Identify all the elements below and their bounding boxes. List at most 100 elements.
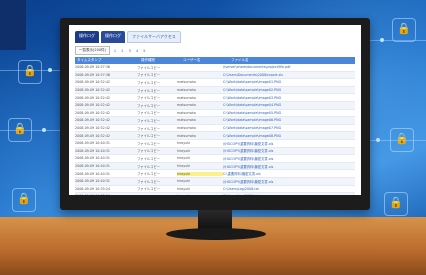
cell-file: \\HGCOPY\重要資料\機密文書.xls [223,156,274,161]
cell-file: C:\Work\data\sample\image05.PNG [223,110,282,115]
cell-operation: ファイルコピー [137,179,161,184]
cell-operation: ファイルコピー [137,141,161,146]
cell-operation: ファイルコピー [137,187,161,192]
header-operation[interactable]: 操作種別 [139,58,181,63]
tab-file-server-access[interactable]: ファイルサーバアクセス [127,31,181,43]
header-timestamp[interactable]: タイムスタンプ [75,58,139,63]
cell-operation: ファイルコピー [137,80,161,85]
table-row[interactable]: 2008-09-09 10:52:42 ファイルコピー matsumoto C:\Wo… [75,132,355,140]
table-row[interactable]: 2008-09-09 10:40:31 ファイルコピー hiroyuki \\HGCO… [75,155,355,163]
table-body: 2008-09-09 10:57:36 ファイルコピー \\server\share… [69,64,361,195]
monitor: 操作ログ 操作ログ ファイルサーバアクセス 一覧表示(200件) 1 2 3 4… [60,18,370,210]
cell-timestamp: 2008-09-09 10:40:31 [75,164,111,169]
cell-timestamp: 2008-09-09 10:52:42 [75,95,111,100]
cell-user: hiroyuki [177,141,191,146]
cell-user: hiroyuki [177,186,191,191]
corner-panel [0,0,26,50]
table-row[interactable]: 2008-09-09 10:52:42 ファイルコピー matsumoto C:\Wo… [75,94,355,102]
cell-operation: ファイルコピー [137,65,161,70]
network-node [376,138,380,142]
lock-icon: 🔒 [12,188,36,212]
cell-timestamp: 2008-09-09 10:40:31 [75,156,111,161]
cell-timestamp: 2008-09-09 10:40:31 [75,171,111,176]
cell-operation: ファイルコピー [137,156,161,161]
cell-timestamp: 2008-09-09 10:52:42 [75,88,111,93]
table-row[interactable]: 2008-09-09 10:40:31 ファイルコピー hiroyuki \\HGCO… [75,140,355,148]
cell-timestamp: 2008-09-09 10:52:42 [75,110,111,115]
cell-user: matsumoto [177,80,196,85]
table-row[interactable]: 2008-09-09 10:52:42 ファイルコピー matsumoto C:\Wo… [75,101,355,110]
lock-icon: 🔒 [18,60,42,84]
cell-timestamp: 2008-09-09 10:52:42 [75,133,111,138]
cell-file: C:\Work\data\sample\image04.PNG [223,103,282,108]
tab-operation-log-1[interactable]: 操作ログ [75,31,99,43]
cell-operation: ファイルコピー [137,111,161,116]
lock-icon: 🔒 [384,192,408,216]
tab-operation-log-2[interactable]: 操作ログ [101,31,125,43]
table-row[interactable]: 2008-09-09 10:57:36 ファイルコピー \\server\share… [75,64,355,72]
table-row[interactable]: 2008-09-09 10:40:31 ファイルコピー hiroyuki C:\重要資… [75,170,355,178]
cell-timestamp: 2008-09-09 10:40:31 [75,179,111,184]
cell-timestamp: 2008-09-09 10:52:42 [75,118,111,123]
network-node [42,128,46,132]
table-row[interactable]: 2008-09-09 10:35:24ファイルコピーhiroyukiC:\Use… [75,186,355,194]
lock-icon: 🔒 [392,18,416,42]
cell-user: hiroyuki [177,194,223,195]
table-row[interactable]: 2008-09-09 10:52:42 ファイルコピー matsumoto C:\Wo… [75,117,355,125]
cell-file: C:\Work\data\sample\image02.PNG [223,88,282,93]
cell-file: \\HGCOPY\重要資料\機密文書.xls [223,179,274,184]
cell-operation: ファイルコピー [137,126,161,131]
tab-bar: 操作ログ 操作ログ ファイルサーバアクセス [69,25,361,43]
network-node [380,38,384,42]
cell-file: C:\Work\data\sample\image03.PNG [223,95,282,100]
display-count-select[interactable]: 一覧表示(200件) [75,46,110,55]
cell-user: matsumoto [177,118,196,123]
table-row[interactable]: 2008-09-09 10:52:42 ファイルコピー matsumoto C:\Wo… [75,79,355,87]
cell-timestamp: 2008-09-09 10:35:24 [75,186,111,191]
cell-user: matsumoto [177,103,196,108]
network-line [370,40,426,41]
header-file[interactable]: ファイル名 [229,58,355,63]
table-row[interactable]: 2008-09-09 10:40:31 ファイルコピー hiroyuki \\HGCO… [75,147,355,156]
table-row[interactable]: 2008-09-09 10:52:42 ファイルコピー matsumoto C:\Wo… [75,110,355,118]
cell-file: C:\Users\Log\2008.txt [223,186,259,191]
cell-timestamp: 2008-09-09 10:57:36 [75,65,111,70]
cell-operation: ファイルコピー [137,172,161,177]
cell-operation: ファイルコピー [137,164,161,169]
cell-user: matsumoto [177,133,196,138]
table-row[interactable]: 2008-09-09 10:40:31 ファイルコピー hiroyuki \\HGCO… [75,162,355,171]
cell-timestamp: 2008-09-09 10:52:42 [75,126,111,131]
cell-user: hiroyuki [177,179,191,184]
cell-user: matsumoto [177,126,196,131]
cell-file: C:\Users\Log\2009.txt [223,194,355,195]
table-row[interactable]: 2008-09-09 10:52:42 ファイルコピー matsumoto C:\Wo… [75,86,355,95]
cell-timestamp: 2008-09-09 10:52:42 [75,103,111,108]
cell-file: C:\重要資料\機密文書.xls [223,172,261,177]
cell-timestamp: 2008-09-09 10:52:42 [75,80,111,85]
table-row[interactable]: 2008-09-09 10:57:36 ファイルコピー C:\Users\Docum… [75,71,355,80]
cell-file: C:\Work\data\sample\image08.PNG [223,133,282,138]
cell-user: matsumoto [177,88,196,93]
cell-file: \\HGCOPY\重要資料\機密文書.xls [223,149,274,154]
cell-timestamp: 2008-09-09 10:35:24 [75,194,137,195]
cell-file: C:\Work\data\sample\image07.PNG [223,126,282,131]
cell-timestamp: 2008-09-09 10:40:31 [75,148,111,153]
cell-timestamp: 2008-09-09 10:40:31 [75,141,111,146]
monitor-stand-neck [198,210,232,230]
cell-file: \\server\share\documents\project\file.pd… [223,65,291,70]
cell-file: \\HGCOPY\重要資料\機密文書.xls [223,164,274,169]
cell-operation: ファイルコピー [137,103,161,108]
network-node [48,68,52,72]
table-row[interactable]: 2008-09-09 10:40:31 ファイルコピー hiroyuki \\HGCO… [75,177,355,186]
cell-operation: ファイルコピー [137,73,161,78]
filter-bar: 一覧表示(200件) 1 2 3 4 5 [75,46,355,55]
header-user[interactable]: ユーザー名 [181,58,229,63]
cell-user: matsumoto [177,110,196,115]
cell-user: hiroyuki [177,164,191,169]
cell-user: hiroyuki [177,148,191,153]
cell-operation: ファイルコピー [137,96,161,101]
table-row[interactable]: 2008-09-09 10:52:42 ファイルコピー matsumoto C:\Wo… [75,125,355,133]
table-row[interactable]: 2008-09-09 10:35:24ファイルコピーhiroyukiC:\Use… [75,193,355,195]
table-header: タイムスタンプ 操作種別 ユーザー名 ファイル名 [75,57,355,64]
pagination[interactable]: 1 2 3 4 5 [114,49,148,53]
